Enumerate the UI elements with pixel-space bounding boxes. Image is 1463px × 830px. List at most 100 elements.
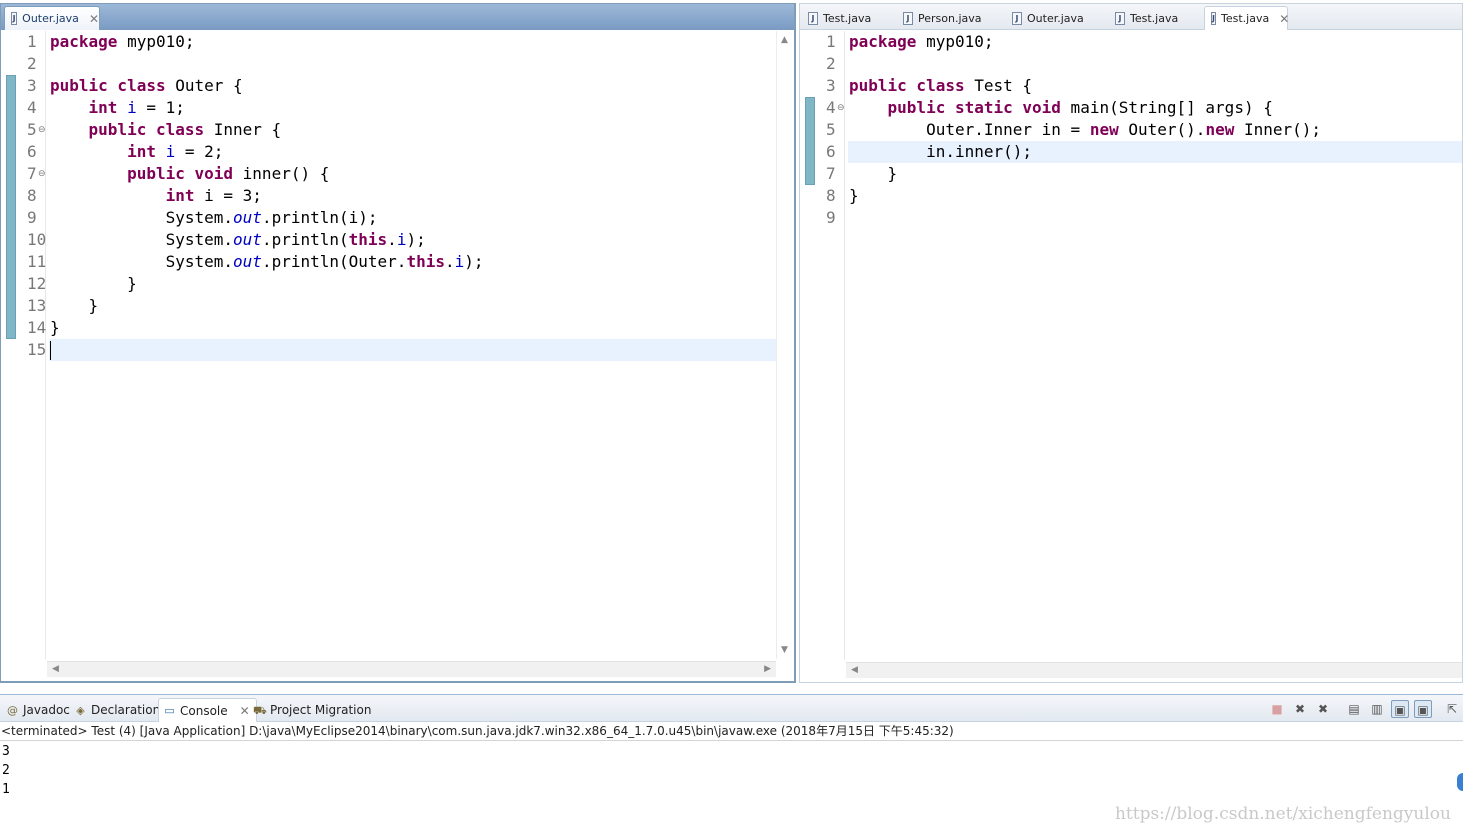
tab-declaration[interactable]: ◈ Declaration — [70, 698, 166, 722]
code-token: .println(Outer. — [261, 252, 407, 271]
code-line[interactable]: package myp010; — [49, 31, 794, 53]
clear-console-icon[interactable]: ▤ — [1345, 700, 1363, 718]
scroll-indicator — [1457, 773, 1463, 791]
code-token: } — [50, 318, 60, 337]
show-console-on-output-icon[interactable]: ▣ — [1391, 700, 1409, 718]
code-line[interactable]: in.inner(); — [848, 141, 1462, 163]
code-area[interactable]: 1 package myp010; 2 3 public class Outer {4 … — [1, 31, 794, 659]
scroll-left-icon[interactable]: ◀ — [52, 664, 59, 674]
launch-status: <terminated> Test (4) [Java Application]… — [0, 722, 1463, 741]
code-line[interactable]: } — [49, 317, 794, 339]
tab-outer-java[interactable]: J Outer.java ✕ — [4, 6, 100, 30]
code-line[interactable]: int i = 2; — [49, 141, 794, 163]
tab-label: Declaration — [91, 703, 161, 717]
scroll-up-icon[interactable]: ▲ — [781, 35, 788, 45]
fold-toggle-icon[interactable]: ⊖ — [837, 97, 845, 119]
editor-tabbar: J Test.java J Person.java J Outer.java J Test.j… — [800, 4, 1462, 30]
tab-test-java[interactable]: J Test.java ✕ — [1204, 6, 1289, 30]
tab-project-migration[interactable]: ⛟ Project Migration — [249, 698, 377, 722]
close-icon[interactable]: ✕ — [1279, 12, 1289, 26]
code-line[interactable]: } — [848, 163, 1462, 185]
output-line: 2 — [2, 763, 10, 778]
code-line[interactable]: public static void main(String[] args) { — [848, 97, 1462, 119]
vertical-scrollbar[interactable]: ▲ ▼ — [776, 31, 794, 659]
scroll-down-icon[interactable]: ▼ — [781, 645, 788, 655]
code-token: . — [444, 252, 455, 271]
code-line[interactable]: } — [49, 273, 794, 295]
code-line[interactable]: Outer.Inner in = new Outer().new Inner()… — [848, 119, 1462, 141]
tab-label: Project Migration — [270, 703, 372, 717]
code-token: i = 3; — [194, 186, 262, 205]
code-area[interactable]: 1 package myp010; 2 3 public class Test {4 ⊖ … — [800, 31, 1462, 660]
code-line[interactable]: System.out.println(Outer.this.i); — [49, 251, 794, 273]
migration-icon: ⛟ — [253, 703, 267, 717]
editor-test-java: J Test.java J Person.java J Outer.java J Test.j… — [799, 3, 1463, 683]
fold-toggle-icon[interactable]: ⊖ — [38, 119, 46, 141]
code-line[interactable]: package myp010; — [848, 31, 1462, 53]
code-line[interactable]: public class Inner { — [49, 119, 794, 141]
code-line[interactable]: public void inner() { — [49, 163, 794, 185]
at-icon: @ — [7, 703, 18, 717]
code-line[interactable] — [848, 53, 1462, 75]
remove-launch-icon[interactable]: ✖ — [1291, 700, 1309, 718]
keyword-token: new — [1089, 120, 1119, 139]
field-token: i — [396, 230, 407, 249]
code-line[interactable]: public class Test { — [848, 75, 1462, 97]
tab-label: Person.java — [918, 11, 982, 25]
line-number: 5 — [826, 120, 836, 139]
line-number: 3 — [27, 76, 37, 95]
code-token: .println(i); — [261, 208, 378, 227]
horizontal-scrollbar[interactable]: ◀ — [846, 662, 1462, 678]
scroll-right-icon[interactable]: ▶ — [764, 664, 771, 674]
code-line[interactable]: int i = 1; — [49, 97, 794, 119]
tab-test-java[interactable]: J Test.java — [802, 6, 894, 30]
code-token: myp010; — [916, 32, 994, 51]
code-line[interactable]: System.out.println(i); — [49, 207, 794, 229]
show-console-on-error-icon[interactable]: ▣ — [1414, 700, 1432, 718]
open-console-icon[interactable]: ⇱ — [1443, 700, 1461, 718]
code-token: } — [849, 186, 859, 205]
code-line[interactable] — [848, 207, 1462, 229]
code-token: Outer { — [165, 76, 243, 95]
code-line[interactable]: } — [848, 185, 1462, 207]
keyword-token: int — [165, 186, 195, 205]
line-number: 9 — [826, 208, 836, 227]
horizontal-scrollbar[interactable]: ◀ ▶ — [47, 661, 776, 677]
tab-test-java[interactable]: J Test.java — [1109, 6, 1201, 30]
tab-javadoc[interactable]: @ Javadoc — [2, 698, 76, 722]
keyword-token: this — [348, 230, 388, 249]
keyword-token: package — [849, 32, 917, 51]
tab-outer-java[interactable]: J Outer.java — [1006, 6, 1106, 30]
tab-person-java[interactable]: J Person.java — [897, 6, 1003, 30]
code-token: Inner(); — [1234, 120, 1322, 139]
code-token: Test { — [964, 76, 1033, 95]
terminate-icon[interactable]: ■ — [1268, 700, 1286, 718]
close-icon[interactable]: ✕ — [89, 12, 99, 26]
line-number: 2 — [27, 54, 37, 73]
keyword-token: public static void — [887, 98, 1061, 117]
code-line[interactable]: } — [49, 295, 794, 317]
tab-console[interactable]: ▭ Console ✕ — [158, 698, 257, 722]
remove-all-icon[interactable]: ✖ — [1314, 700, 1332, 718]
line-number: 1 — [826, 32, 836, 51]
scroll-left-icon[interactable]: ◀ — [851, 665, 858, 675]
fold-toggle-icon[interactable]: ⊖ — [38, 163, 46, 185]
field-token: i — [454, 252, 465, 271]
keyword-token: public class — [88, 120, 205, 139]
code-line[interactable] — [49, 53, 794, 75]
text-caret — [50, 341, 51, 360]
line-number: 8 — [27, 186, 37, 205]
code-line[interactable]: public class Outer { — [49, 75, 794, 97]
line-number: 10 — [27, 230, 47, 249]
code-token: = 1; — [136, 98, 185, 117]
code-line[interactable]: int i = 3; — [49, 185, 794, 207]
field-token: out — [233, 230, 262, 249]
code-token: main(String[] args) { — [1060, 98, 1273, 117]
code-line[interactable] — [49, 339, 794, 361]
tab-label: Test.java — [1220, 12, 1270, 25]
scroll-lock-icon[interactable]: ▥ — [1368, 700, 1386, 718]
code-token: in.inner(); — [849, 142, 1033, 161]
code-line[interactable]: System.out.println(this.i); — [49, 229, 794, 251]
